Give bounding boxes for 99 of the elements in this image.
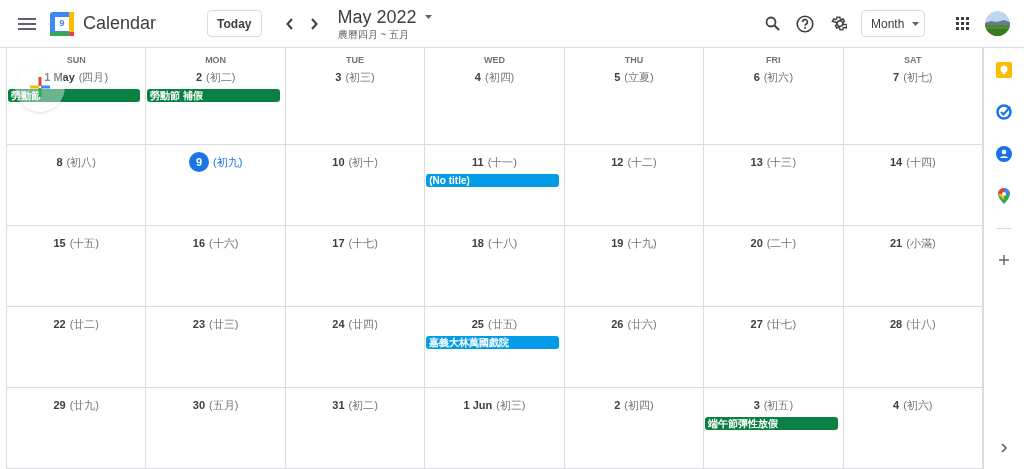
lunar-date: (十一) [487,154,517,170]
event-chip[interactable]: 勞動節 補假 [147,89,280,102]
lunar-date: (廿三) [209,316,239,332]
lunar-date: (初十) [348,154,378,170]
day-number[interactable]: 8 [56,153,63,171]
previous-icon[interactable] [285,17,294,30]
add-icon[interactable] [999,255,1009,265]
weekday-label: MON [205,54,227,66]
day-number[interactable]: 21 [890,234,903,252]
caret-icon [912,21,920,26]
day-number[interactable]: 31 [332,396,345,414]
contacts-icon[interactable] [996,146,1012,162]
lunar-date: (十五) [69,235,99,251]
menu-icon[interactable] [18,17,36,30]
day-number[interactable]: 27 [750,315,763,333]
day-number[interactable]: 15 [53,234,66,252]
day-number[interactable]: 7 [893,68,900,86]
day-number[interactable]: 10 [332,153,345,171]
weekday-label: SAT [904,54,922,66]
day-number[interactable]: 11 [472,153,484,171]
help-icon[interactable] [796,14,814,33]
lunar-date: (初七) [903,69,933,85]
day-number[interactable]: 13 [750,153,763,171]
day-number[interactable]: 9 [188,152,209,172]
day-number[interactable]: 6 [753,68,760,86]
event-chip[interactable]: 端午節彈性放假 [705,417,838,430]
lunar-date: (廿九) [69,397,99,413]
lunar-date: (初五) [763,397,794,413]
lunar-date: (廿六) [627,316,657,332]
day-number[interactable]: 20 [750,234,763,252]
lunar-date: (十二) [627,154,657,170]
lunar-date: (二十) [766,235,797,251]
lunar-date: (廿八) [906,316,936,332]
day-number[interactable]: 12 [611,153,624,171]
lunar-date: (初八) [66,154,96,170]
day-number[interactable]: 4 [474,68,481,86]
day-number[interactable]: 17 [332,234,345,252]
lunar-date: (初三) [345,69,375,85]
lunar-subtitle: 農曆四月 ~ 五月 [337,28,410,41]
lunar-date: (十六) [209,235,239,251]
map-pin-icon[interactable] [998,188,1010,204]
day-number[interactable]: 1 May [44,68,75,86]
day-number[interactable]: 18 [471,234,484,252]
calendar-logo: 9 [50,11,74,36]
day-number[interactable]: 23 [192,315,206,333]
lunar-date: (初三) [496,397,526,413]
weekday-label: THU [624,54,644,66]
day-number[interactable]: 26 [611,315,624,333]
lunar-date: (廿五) [487,316,518,332]
day-number[interactable]: 24 [332,315,345,333]
settings-icon[interactable] [830,15,847,32]
lunar-date: (五月) [209,397,239,413]
lunar-date: (初六) [763,69,794,85]
day-number[interactable]: 25 [471,315,484,333]
day-number[interactable]: 22 [53,315,66,333]
day-number[interactable]: 2 [195,68,203,86]
day-number[interactable]: 2 [614,396,621,414]
today-button[interactable]: Today [207,10,262,37]
lunar-date: (廿四) [348,316,378,332]
lunar-date: (初六) [903,397,933,413]
day-number[interactable]: 16 [192,234,206,252]
lunar-date: (初二) [206,69,236,85]
caret-icon[interactable] [424,15,432,20]
lunar-date: (十八) [487,235,518,251]
tasks-icon[interactable] [996,104,1012,120]
day-number[interactable]: 19 [611,234,624,252]
day-number[interactable]: 30 [192,396,206,414]
view-dropdown[interactable]: Month [861,10,925,37]
day-number[interactable]: 29 [53,396,66,414]
day-number[interactable]: 28 [890,315,903,333]
day-number[interactable]: 1 Jun [463,396,493,414]
weekday-label: SUN [66,54,86,66]
apps-grid-icon[interactable] [956,17,969,30]
day-number[interactable]: 14 [890,153,903,171]
day-number[interactable]: 3 [753,396,760,414]
lunar-date: (廿二) [69,316,99,332]
day-number[interactable]: 3 [335,68,342,86]
weekday-label: FRI [766,54,781,66]
lunar-date: (初四) [624,397,654,413]
search-icon[interactable] [765,16,780,31]
lunar-date: (十三) [766,154,797,170]
lunar-date: (初二) [348,397,378,413]
lunar-date: (立夏) [624,69,654,85]
weekday-label: WED [484,54,505,66]
lunar-date: (初九) [212,154,243,170]
app-name: Calendar [83,12,157,35]
chevron-right-icon[interactable] [1001,443,1007,453]
lunar-date: (廿七) [766,316,797,332]
lunar-date: (初四) [484,69,515,85]
next-icon[interactable] [309,17,318,30]
day-number[interactable]: 4 [893,396,900,414]
month-title[interactable]: May 2022 [337,6,417,29]
day-number[interactable]: 5 [614,68,621,86]
weekday-label: TUE [346,54,365,66]
lunar-date: (十七) [348,235,378,251]
lunar-date: (小滿) [906,235,936,251]
lunar-date: (四月) [78,69,109,85]
lunar-date: (十九) [627,235,657,251]
lunar-date: (十四) [906,154,936,170]
